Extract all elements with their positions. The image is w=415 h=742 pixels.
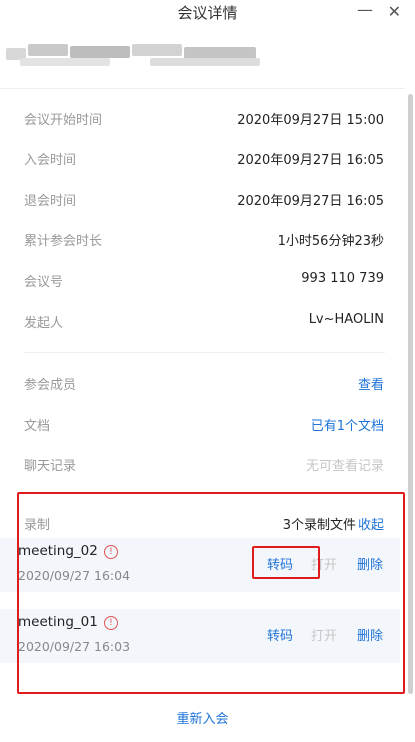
chat-row: 聊天记录 无可查看记录 [24, 455, 384, 475]
members-label: 参会成员 [24, 378, 77, 393]
rejoin-button[interactable]: 重新入会 [0, 708, 405, 727]
info-label: 退会时间 [24, 194, 77, 209]
close-icon[interactable]: ✕ [388, 2, 401, 21]
chat-records-link: 无可查看记录 [305, 459, 384, 474]
highlight-box-transcode [252, 546, 320, 579]
info-value: 2020年09月27日 15:00 [237, 113, 384, 128]
info-row-join-time: 入会时间 2020年09月27日 16:05 [24, 149, 384, 169]
section-divider [24, 352, 385, 353]
info-value: 1小时56分钟23秒 [277, 234, 384, 249]
minimize-icon[interactable]: — [357, 0, 373, 19]
docs-label: 文档 [24, 419, 51, 434]
info-row-meeting-id: 会议号 993 110 739 [24, 271, 384, 291]
info-value: Lv~HAOLIN [308, 312, 384, 327]
view-members-link[interactable]: 查看 [358, 374, 384, 393]
info-label: 会议号 [24, 275, 64, 290]
info-row-duration: 累计参会时长 1小时56分钟23秒 [24, 230, 384, 250]
docs-row: 文档 已有1个文档 [24, 415, 384, 435]
members-row: 参会成员 查看 [24, 374, 384, 394]
info-label: 入会时间 [24, 153, 77, 168]
header-divider [0, 88, 405, 89]
info-value: 993 110 739 [301, 271, 384, 286]
info-row-host: 发起人 Lv~HAOLIN [24, 312, 384, 332]
info-value: 2020年09月27日 16:05 [237, 153, 384, 168]
scrollbar[interactable] [408, 94, 413, 694]
chat-label: 聊天记录 [24, 459, 77, 474]
info-value: 2020年09月27日 16:05 [237, 194, 384, 209]
meeting-subject-blurred [0, 36, 270, 74]
info-label: 会议开始时间 [24, 113, 103, 128]
window-title: 会议详情 [177, 4, 238, 22]
highlight-box-recordings [17, 492, 405, 694]
docs-link[interactable]: 已有1个文档 [311, 415, 384, 434]
info-row-start-time: 会议开始时间 2020年09月27日 15:00 [24, 109, 384, 129]
info-row-leave-time: 退会时间 2020年09月27日 16:05 [24, 190, 384, 210]
info-label: 发起人 [24, 316, 64, 331]
info-label: 累计参会时长 [24, 234, 103, 249]
title-bar: 会议详情 — ✕ [0, 0, 415, 28]
